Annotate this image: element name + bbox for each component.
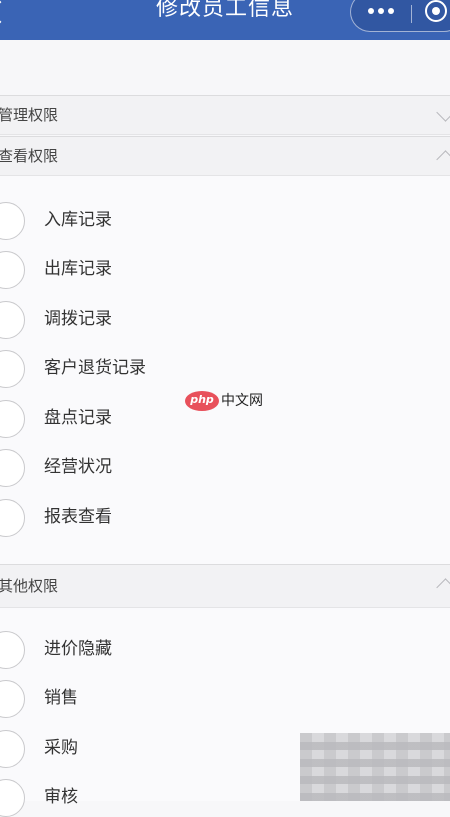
radio-button[interactable] bbox=[0, 680, 25, 718]
radio-button[interactable] bbox=[0, 400, 25, 438]
radio-button[interactable] bbox=[0, 779, 25, 817]
top-spacer bbox=[0, 40, 450, 95]
list-item[interactable]: 销售 bbox=[0, 676, 450, 718]
watermark-logo-text: php bbox=[190, 393, 214, 406]
list-item[interactable]: 出库记录 bbox=[0, 247, 450, 289]
radio-button[interactable] bbox=[0, 202, 25, 240]
section-title: 查看权限 bbox=[0, 147, 59, 165]
radio-button[interactable] bbox=[0, 631, 25, 669]
navigation-bar: 修改员工信息 bbox=[0, 0, 450, 40]
view-permissions-list: 入库记录 出库记录 调拨记录 客户退货记录 盘点记录 经营状况 报表查看 bbox=[0, 176, 450, 564]
blurred-qr-image bbox=[300, 733, 450, 801]
chevron-up-icon bbox=[436, 578, 450, 597]
section-header-manage[interactable]: 管理权限 bbox=[0, 95, 450, 135]
item-label: 盘点记录 bbox=[44, 408, 112, 428]
list-item[interactable]: 报表查看 bbox=[0, 495, 450, 537]
watermark-text: 中文网 bbox=[221, 393, 263, 409]
item-label: 调拨记录 bbox=[44, 309, 112, 329]
section-title: 其他权限 bbox=[0, 577, 59, 595]
list-item[interactable]: 入库记录 bbox=[0, 198, 450, 240]
item-label: 经营状况 bbox=[44, 457, 112, 477]
radio-button[interactable] bbox=[0, 301, 25, 339]
item-label: 客户退货记录 bbox=[44, 358, 146, 378]
radio-button[interactable] bbox=[0, 251, 25, 289]
mini-program-capsule bbox=[350, 0, 450, 32]
capsule-divider bbox=[411, 5, 412, 23]
section-header-other[interactable]: 其他权限 bbox=[0, 564, 450, 608]
item-label: 销售 bbox=[44, 688, 78, 708]
chevron-up-icon bbox=[436, 150, 450, 169]
item-label: 进价隐藏 bbox=[44, 639, 112, 659]
item-label: 出库记录 bbox=[44, 259, 112, 279]
item-label: 报表查看 bbox=[44, 507, 112, 527]
list-item[interactable]: 经营状况 bbox=[0, 445, 450, 487]
radio-button[interactable] bbox=[0, 449, 25, 487]
radio-button[interactable] bbox=[0, 730, 25, 768]
list-item[interactable]: 进价隐藏 bbox=[0, 627, 450, 669]
close-mini-program-icon[interactable] bbox=[425, 0, 447, 22]
section-title: 管理权限 bbox=[0, 106, 59, 124]
radio-button[interactable] bbox=[0, 350, 25, 388]
radio-button[interactable] bbox=[0, 499, 25, 537]
chevron-down-icon bbox=[436, 103, 450, 122]
more-icon[interactable] bbox=[368, 5, 394, 17]
section-header-view[interactable]: 查看权限 bbox=[0, 136, 450, 176]
item-label: 采购 bbox=[44, 738, 78, 758]
item-label: 入库记录 bbox=[44, 210, 112, 230]
list-item[interactable]: 客户退货记录 bbox=[0, 346, 450, 388]
list-item[interactable]: 调拨记录 bbox=[0, 297, 450, 339]
item-label: 审核 bbox=[44, 787, 78, 807]
